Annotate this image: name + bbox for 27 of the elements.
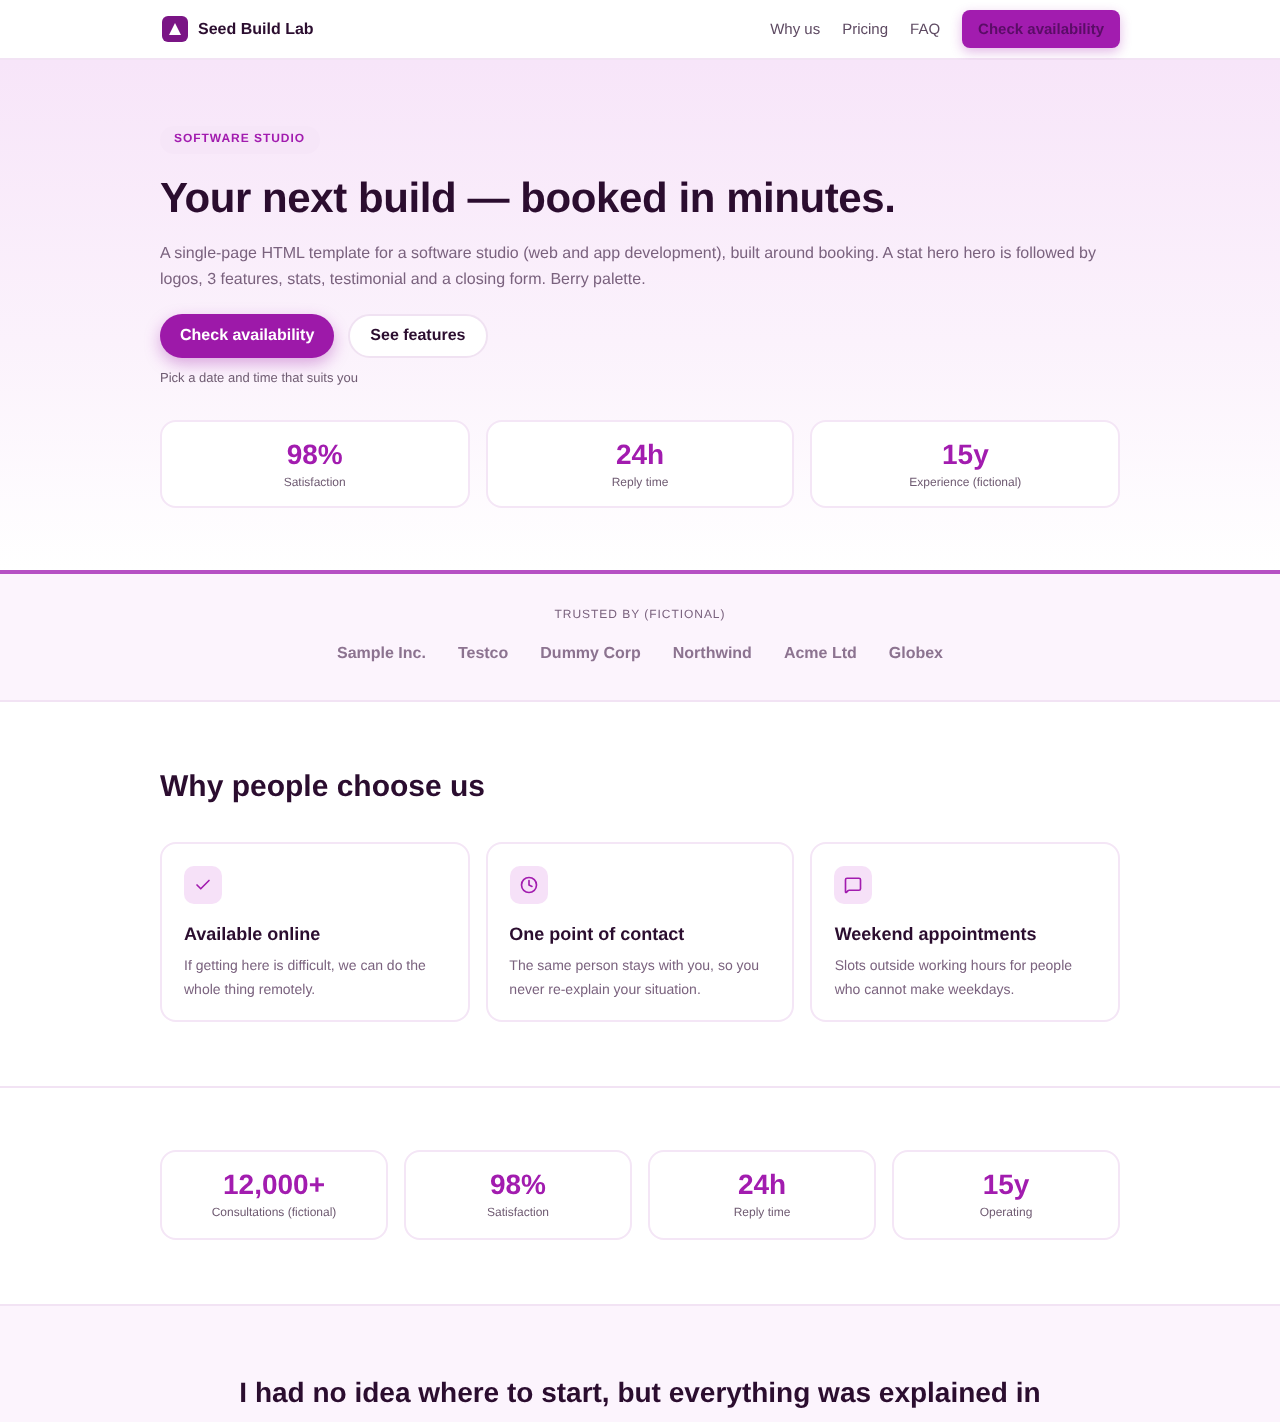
hero-title: Your next build — booked in minutes. (160, 174, 896, 226)
client-logo: Sample Inc. (336, 644, 426, 664)
clock-icon (509, 866, 548, 904)
chat-bubble-icon (834, 866, 873, 904)
stat-value: 15y (982, 1168, 1030, 1200)
client-logo: Testco (457, 644, 509, 664)
client-logo: Globex (888, 644, 944, 664)
stat-value: 24h (615, 437, 665, 469)
stat-value: 98% (286, 437, 343, 469)
stat-value: 12,000+ (223, 1168, 325, 1200)
testimonial-quote: I had no idea where to start, but everything was explained in (239, 1374, 1041, 1410)
features-title: Why people choose us (160, 770, 488, 806)
client-logo: Dummy Corp (540, 644, 641, 664)
logo-icon (162, 16, 188, 42)
brand-name: Seed Build Lab (198, 17, 314, 41)
client-logo: Northwind (672, 644, 752, 664)
feature-title: One point of contact (509, 924, 685, 946)
stat-value: 98% (489, 1168, 547, 1200)
see-features-button[interactable]: See features (348, 314, 488, 358)
feature-title: Weekend appointments (834, 924, 1037, 946)
stat-value: 15y (942, 437, 989, 469)
client-logo: Acme Ltd (783, 644, 857, 664)
check-availability-button[interactable]: Check availability (160, 314, 335, 358)
feature-title: Available online (184, 924, 321, 946)
hero-description: A single-page HTML template for a software studio (web and app development), built around booking. A stat hero hero is followed by logos, 3 features, stats, testimonial and a closing form. Berry palette. (160, 242, 1098, 292)
check-icon (184, 866, 222, 904)
stat-value: 24h (737, 1168, 787, 1200)
